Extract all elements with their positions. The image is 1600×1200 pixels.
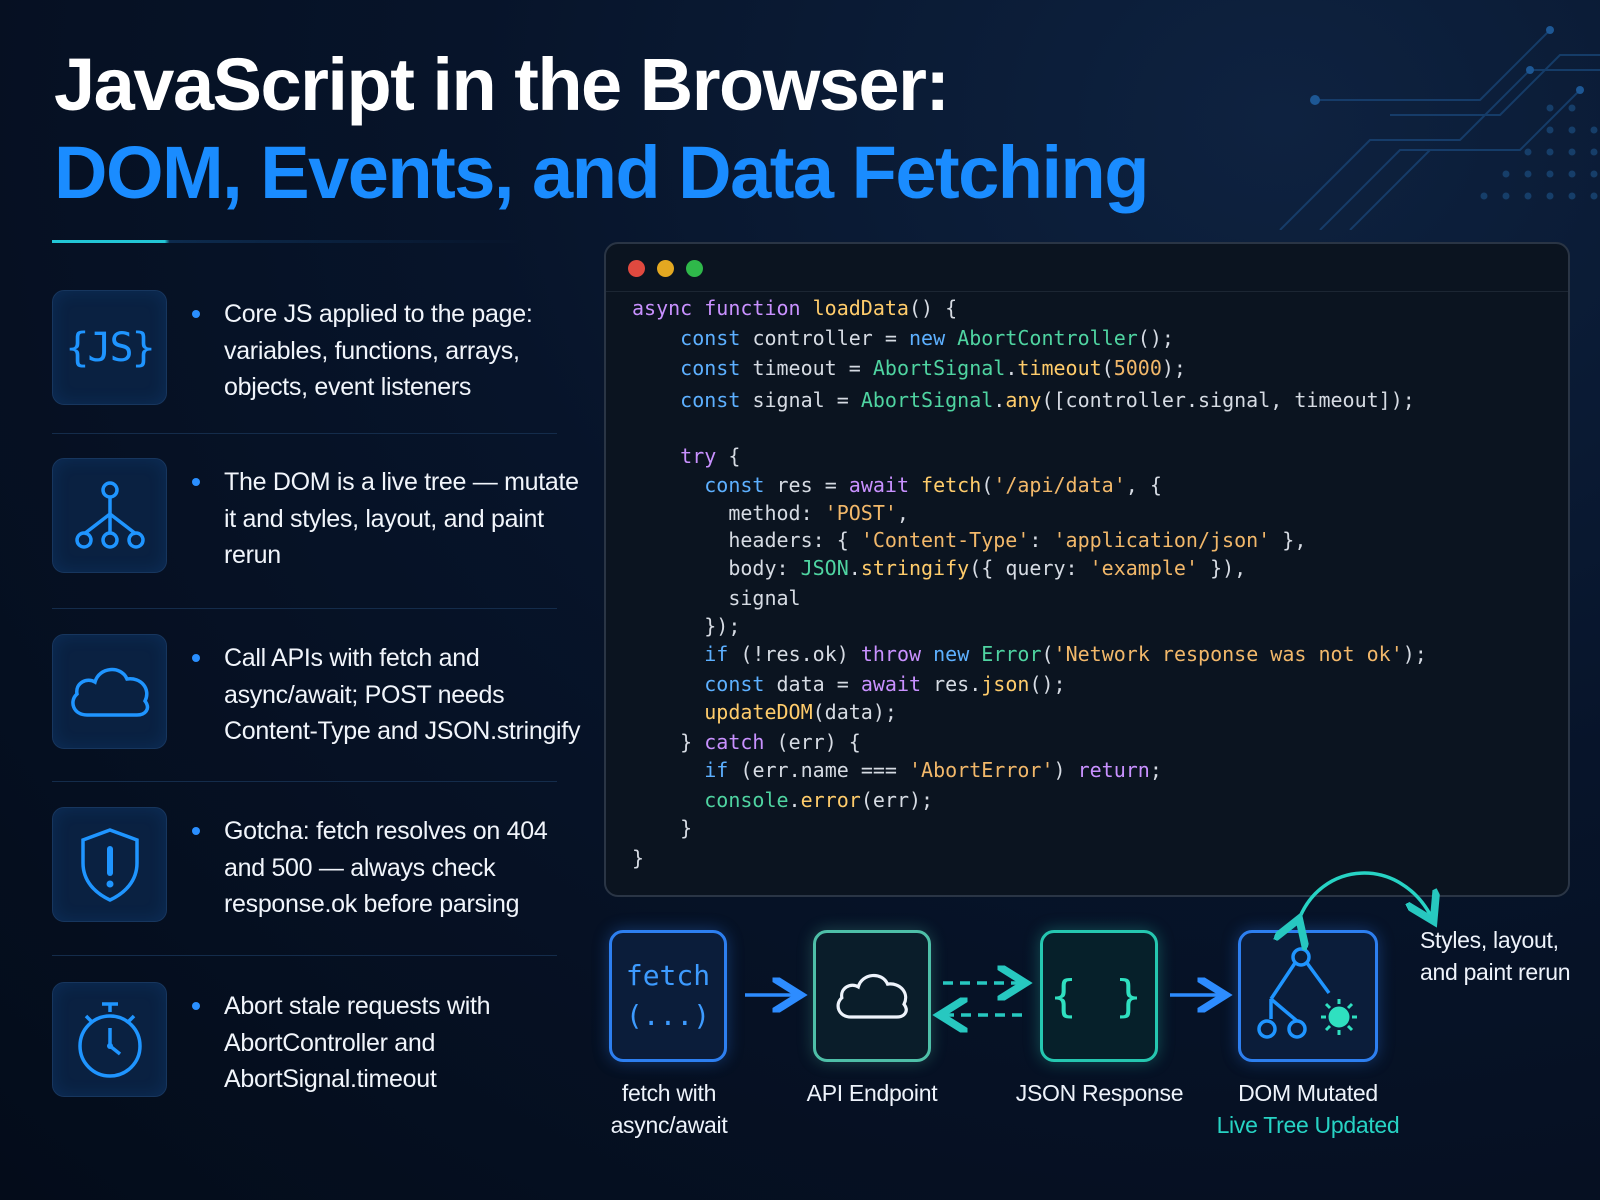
code-line: async function loadData() {	[632, 296, 958, 320]
cloud-icon	[52, 634, 167, 749]
dom-mutated-label: DOM Mutated Live Tree Updated	[1208, 1077, 1408, 1141]
maximize-dot-icon[interactable]	[686, 260, 703, 277]
code-line: const controller = new AbortController()…	[680, 326, 1174, 350]
code-line: const timeout = AbortSignal.timeout(5000…	[680, 356, 1186, 380]
dom-tree-update-icon	[1257, 947, 1357, 1039]
title-line-1: JavaScript in the Browser:	[54, 43, 950, 126]
code-line: }	[680, 816, 693, 840]
fetch-label-line-1: fetch with	[621, 1080, 717, 1106]
code-line: const data = await res.json();	[704, 672, 1066, 696]
cloud-icon	[836, 973, 908, 1019]
shield-alert-icon	[52, 807, 167, 922]
code-line: });	[704, 614, 741, 638]
minimize-dot-icon[interactable]	[657, 260, 674, 277]
feature-item-gotcha: Gotcha: fetch resolves on 404 and 500 — …	[52, 807, 572, 925]
feature-item-dom: The DOM is a live tree — mutate it and s…	[52, 458, 579, 576]
code-line: body: JSON.stringify({ query: 'example' …	[728, 556, 1247, 580]
stopwatch-icon	[52, 982, 167, 1097]
circuit-decoration	[1279, 26, 1600, 230]
code-line: method: 'POST',	[728, 501, 909, 525]
bullet-dot	[192, 310, 200, 318]
code-line: if (err.name === 'AbortError') return;	[704, 758, 1162, 782]
json-response-box: { }	[1040, 930, 1158, 1062]
feature-text: Core JS applied to the page: variables, …	[224, 300, 533, 401]
divider	[52, 955, 557, 956]
code-line: } catch (err) {	[680, 730, 861, 754]
fetch-box-line-1: fetch	[625, 959, 711, 992]
close-dot-icon[interactable]	[628, 260, 645, 277]
feature-item-core-js: {JS} Core JS applied to the page: variab…	[52, 290, 572, 408]
code-line: updateDOM(data);	[704, 700, 897, 724]
styles-rerun-note: Styles, layout, and paint rerun	[1420, 927, 1571, 985]
bullet-dot	[192, 1002, 200, 1010]
feature-item-abort: Abort stale requests with AbortControlle…	[52, 982, 572, 1100]
feature-text: Gotcha: fetch resolves on 404 and 500 — …	[224, 817, 548, 918]
bullet-dot	[192, 478, 200, 486]
window-titlebar	[606, 244, 1568, 292]
code-line: const res = await fetch('/api/data', {	[704, 473, 1162, 497]
bullet-dot	[192, 654, 200, 662]
divider	[52, 608, 557, 609]
api-endpoint-box	[813, 930, 931, 1062]
title-underline	[52, 240, 522, 243]
dom-mutated-box	[1238, 930, 1378, 1062]
feature-item-fetch: Call APIs with fetch and async/await; PO…	[52, 634, 580, 752]
dom-mutated-text: DOM Mutated	[1238, 1080, 1378, 1106]
fetch-box-line-2: (...)	[625, 999, 711, 1032]
code-line: signal	[728, 586, 801, 610]
feature-text: The DOM is a live tree — mutate it and s…	[224, 468, 579, 569]
code-line: if (!res.ok) throw new Error('Network re…	[704, 642, 1427, 666]
code-line: const signal = AbortSignal.any([controll…	[680, 388, 1415, 412]
tree-nodes-icon	[52, 458, 167, 573]
fetch-label-line-2: async/await	[610, 1112, 728, 1138]
api-endpoint-label: API Endpoint	[806, 1080, 938, 1106]
live-tree-updated-text: Live Tree Updated	[1216, 1112, 1400, 1138]
title-line-2: DOM, Events, and Data Fetching	[54, 131, 1149, 214]
feature-text: Abort stale requests with AbortControlle…	[224, 992, 491, 1093]
js-icon-label: {JS}	[65, 324, 155, 371]
json-response-label: JSON Response	[1015, 1080, 1184, 1106]
divider	[52, 433, 557, 434]
feature-text: Call APIs with fetch and async/await; PO…	[224, 644, 581, 745]
code-editor-window: async function loadData() { const contro…	[604, 242, 1570, 897]
fetch-box: fetch (...)	[609, 930, 727, 1062]
js-braces-icon: {JS}	[52, 290, 167, 405]
json-braces-icon: { }	[1050, 970, 1148, 1022]
divider	[52, 781, 557, 782]
fetch-label: fetch with async/await	[594, 1077, 744, 1141]
code-line: console.error(err);	[704, 788, 934, 812]
bullet-dot	[192, 827, 200, 835]
code-line: try {	[680, 444, 741, 468]
code-line: }	[632, 846, 645, 870]
code-line: headers: { 'Content-Type': 'application/…	[728, 528, 1307, 552]
